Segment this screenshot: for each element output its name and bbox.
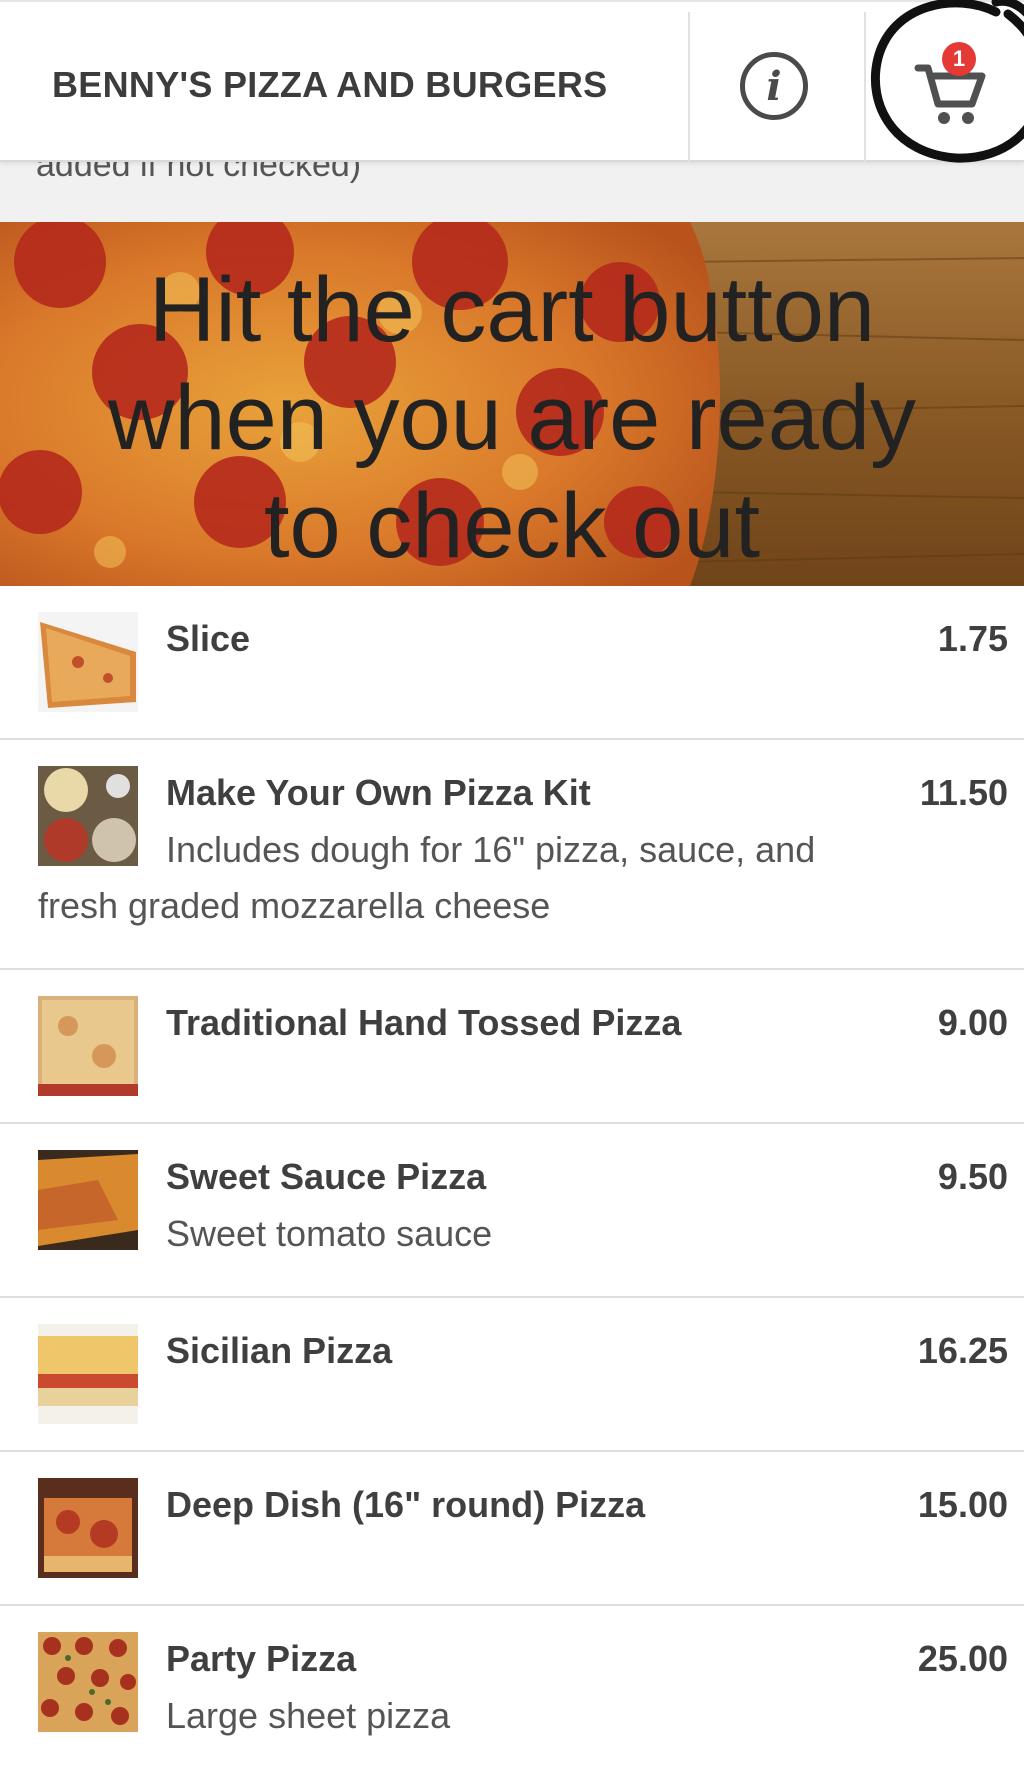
item-name: Deep Dish (16" round) Pizza [166,1484,646,1525]
top-header: BENNY'S PIZZA AND BURGERS i 1 [0,0,1024,162]
menu-item-pizza-kit[interactable]: Make Your Own Pizza Kit 11.50 Includes d… [0,740,1024,970]
item-price: 25.00 [917,1638,1008,1679]
banner-line: to check out [263,475,761,577]
item-price: 9.00 [937,1002,1008,1043]
cart-button[interactable]: 1 [866,12,1024,162]
item-name: Make Your Own Pizza Kit [166,772,591,813]
item-name: Party Pizza [166,1638,357,1679]
traditional-pizza-thumbnail [38,996,138,1096]
item-description: Large sheet pizza [166,1695,451,1736]
item-name: Traditional Hand Tossed Pizza [166,1002,682,1043]
checkout-banner: Hit the cart button when you are ready t… [0,222,1024,586]
menu-item-party-pizza[interactable]: Party Pizza 25.00 Large sheet pizza [0,1606,1024,1780]
item-description: fresh graded mozzarella cheese [38,885,551,926]
item-price: 16.25 [917,1330,1008,1371]
menu-item-sweet-sauce-pizza[interactable]: Sweet Sauce Pizza 9.50 Sweet tomato sauc… [0,1124,1024,1298]
item-price: 9.50 [937,1156,1008,1197]
item-name: Sicilian Pizza [166,1330,393,1371]
banner-message: Hit the cart button when you are ready t… [0,256,1024,580]
header-divider [688,12,690,162]
item-price: 15.00 [917,1484,1008,1525]
cart-count-badge: 1 [942,42,976,76]
menu-item-deep-dish-pizza[interactable]: Deep Dish (16" round) Pizza 15.00 [0,1452,1024,1606]
item-price: 11.50 [919,772,1008,813]
cart-icon [914,64,986,124]
item-description: Includes dough for 16" pizza, sauce, and [166,829,816,870]
menu-item-sicilian-pizza[interactable]: Sicilian Pizza 16.25 [0,1298,1024,1452]
item-name: Sweet Sauce Pizza [166,1156,487,1197]
item-price: 1.75 [937,618,1008,659]
banner-line: when you are ready [107,367,917,469]
menu-item-slice[interactable]: Slice 1.75 [0,586,1024,740]
sweet-sauce-pizza-thumbnail [38,1150,138,1250]
restaurant-title[interactable]: BENNY'S PIZZA AND BURGERS [52,64,607,106]
info-icon[interactable]: i [740,52,808,120]
item-description: Sweet tomato sauce [166,1213,493,1254]
pizza-kit-thumbnail [38,766,138,866]
item-name: Slice [166,618,251,659]
previous-section-strip: added if not checked) [0,160,1024,222]
partial-text: added if not checked) [36,160,362,184]
menu-item-traditional-pizza[interactable]: Traditional Hand Tossed Pizza 9.00 [0,970,1024,1124]
menu-list: Slice 1.75 Make Your Own Pizza Kit 11.50… [0,586,1024,1780]
sicilian-pizza-thumbnail [38,1324,138,1424]
banner-line: Hit the cart button [148,259,876,361]
party-pizza-thumbnail [38,1632,138,1732]
slice-thumbnail [38,612,138,712]
deep-dish-pizza-thumbnail [38,1478,138,1578]
